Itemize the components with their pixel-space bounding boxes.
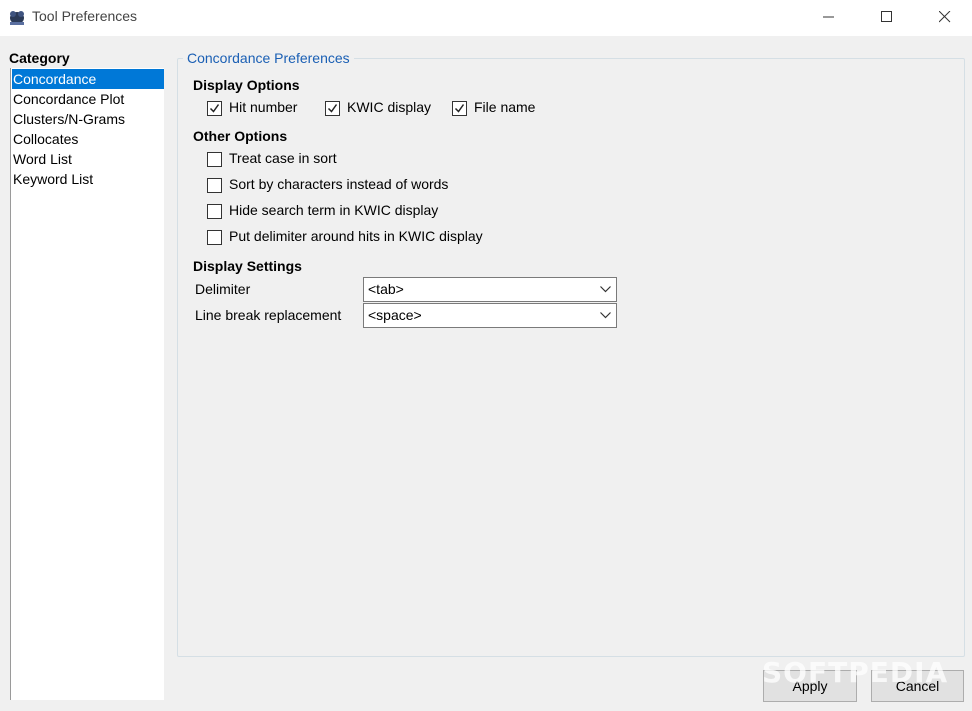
group-title: Concordance Preferences: [183, 50, 354, 66]
checkbox-box: [207, 204, 222, 219]
treat-case-checkbox[interactable]: Treat case in sort: [207, 150, 347, 170]
category-label: Category: [9, 50, 70, 66]
apply-button[interactable]: Apply: [763, 670, 857, 702]
category-item-concordance-plot[interactable]: Concordance Plot: [12, 89, 164, 109]
checkmark-icon: [209, 104, 220, 113]
file-name-label: File name: [474, 99, 536, 115]
kwic-display-checkbox[interactable]: KWIC display: [325, 99, 440, 119]
category-item-collocates[interactable]: Collocates: [12, 129, 164, 149]
put-delimiter-checkbox[interactable]: Put delimiter around hits in KWIC displa…: [207, 228, 507, 248]
close-button[interactable]: [922, 0, 968, 34]
concordance-preferences-group: [177, 58, 965, 657]
sort-by-characters-checkbox[interactable]: Sort by characters instead of words: [207, 176, 467, 196]
checkmark-icon: [454, 104, 465, 113]
display-options-heading: Display Options: [193, 77, 300, 93]
treat-case-label: Treat case in sort: [229, 150, 337, 166]
checkbox-box: [207, 178, 222, 193]
maximize-button[interactable]: [864, 0, 910, 34]
category-item-concordance[interactable]: Concordance: [12, 69, 164, 89]
put-delimiter-label: Put delimiter around hits in KWIC displa…: [229, 228, 483, 244]
minimize-button[interactable]: [806, 0, 852, 34]
line-break-replacement-select[interactable]: <space>: [363, 303, 617, 328]
display-settings-heading: Display Settings: [193, 258, 302, 274]
cancel-button[interactable]: Cancel: [871, 670, 964, 702]
delimiter-select[interactable]: <tab>: [363, 277, 617, 302]
chevron-down-icon: [600, 286, 611, 293]
hide-search-term-label: Hide search term in KWIC display: [229, 202, 439, 218]
checkbox-box: [207, 230, 222, 245]
kwic-display-label: KWIC display: [347, 99, 432, 115]
category-item-clusters-ngrams[interactable]: Clusters/N-Grams: [12, 109, 164, 129]
maximize-icon: [881, 11, 892, 22]
checkbox-box: [325, 101, 340, 116]
other-options-heading: Other Options: [193, 128, 288, 144]
chevron-down-icon: [600, 312, 611, 319]
hit-number-label: Hit number: [229, 99, 298, 115]
checkbox-box: [452, 101, 467, 116]
line-break-replacement-value: <space>: [368, 307, 422, 323]
antconc-app-icon: [7, 7, 27, 27]
minimize-icon: [823, 16, 834, 18]
hit-number-checkbox[interactable]: Hit number: [207, 99, 317, 119]
line-break-replacement-label: Line break replacement: [195, 307, 342, 323]
category-list[interactable]: Concordance Concordance Plot Clusters/N-…: [10, 68, 164, 700]
file-name-checkbox[interactable]: File name: [452, 99, 547, 119]
checkmark-icon: [327, 104, 338, 113]
sort-by-characters-label: Sort by characters instead of words: [229, 176, 449, 192]
checkbox-box: [207, 101, 222, 116]
category-item-keyword-list[interactable]: Keyword List: [12, 169, 164, 189]
checkbox-box: [207, 152, 222, 167]
hide-search-term-checkbox[interactable]: Hide search term in KWIC display: [207, 202, 457, 222]
title-bar: Tool Preferences: [0, 0, 972, 36]
window-title: Tool Preferences: [32, 8, 138, 24]
close-icon: [939, 11, 951, 23]
category-item-word-list[interactable]: Word List: [12, 149, 164, 169]
delimiter-value: <tab>: [368, 281, 404, 297]
delimiter-label: Delimiter: [195, 281, 251, 297]
